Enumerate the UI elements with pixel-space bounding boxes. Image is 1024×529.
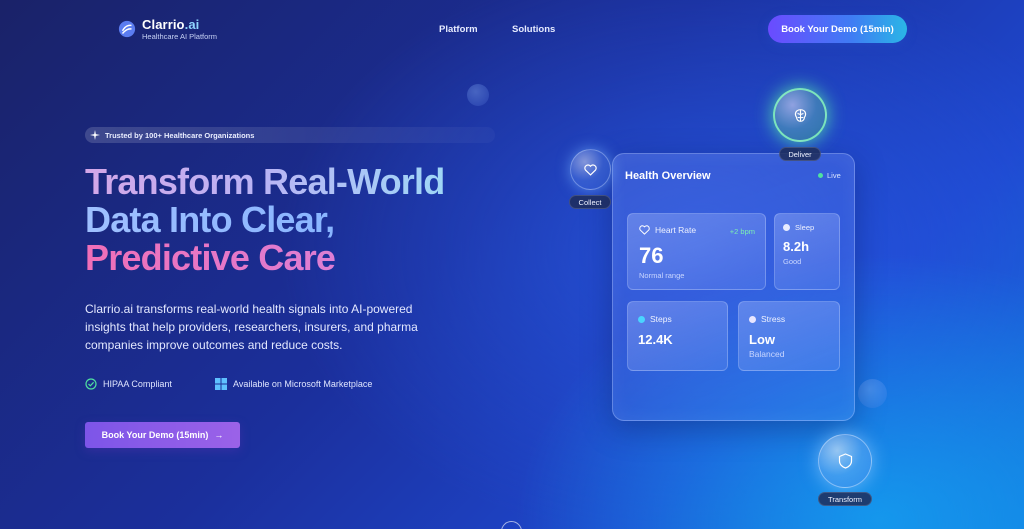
sleep-value: 8.2h <box>783 239 810 254</box>
heart-rate-label: Heart Rate <box>655 225 697 235</box>
brain-icon <box>794 108 806 122</box>
stress-value: Low <box>749 332 775 347</box>
logo[interactable]: Clarrio.ai Healthcare AI Platform <box>118 18 217 41</box>
collect-bubble[interactable] <box>570 149 611 190</box>
trust-badge-text: Trusted by 100+ Healthcare Organizations <box>105 130 255 140</box>
windows-icon <box>215 378 227 390</box>
live-dot-icon <box>818 173 823 178</box>
stress-dot-icon <box>749 315 756 323</box>
sleep-tile: Sleep 8.2h Good <box>774 213 840 290</box>
feature-hipaa-label: HIPAA Compliant <box>103 379 172 389</box>
hero-description: Clarrio.ai transforms real-world health … <box>85 302 418 352</box>
hero-title-line-1: Transform Real-World <box>85 161 445 202</box>
scroll-indicator[interactable] <box>501 521 522 529</box>
shield-icon <box>838 453 852 469</box>
live-status-label: Live <box>827 171 841 180</box>
heart-rate-tile: Heart Rate +2 bpm 76 Normal range <box>627 213 766 290</box>
steps-label: Steps <box>650 314 672 324</box>
hero-book-demo-label: Book Your Demo (15min) <box>101 430 209 440</box>
steps-value: 12.4K <box>638 332 673 347</box>
decorative-orb <box>858 379 887 408</box>
collect-label: Collect <box>569 195 611 209</box>
brand-name: Clarrio.ai <box>142 17 200 32</box>
heart-rate-value: 76 <box>639 243 664 268</box>
steps-tile: Steps 12.4K <box>627 301 728 371</box>
stress-tile: Stress Low Balanced <box>738 301 840 371</box>
live-status: Live <box>818 171 841 180</box>
heart-rate-delta: +2 bpm <box>729 227 755 236</box>
deliver-label: Deliver <box>779 147 821 161</box>
hero-book-demo-button[interactable]: Book Your Demo (15min) → <box>85 422 240 448</box>
nav-platform[interactable]: Platform <box>439 24 478 35</box>
header-book-demo-button[interactable]: Book Your Demo (15min) <box>768 15 907 43</box>
arrow-right-icon: → <box>214 430 224 440</box>
deliver-bubble[interactable] <box>773 88 827 142</box>
heart-rate-sub: Normal range <box>639 271 685 280</box>
trust-badge: Trusted by 100+ Healthcare Organizations <box>85 127 495 143</box>
hero-title-line-3: Predictive Care <box>85 239 444 277</box>
stress-sub: Balanced <box>749 349 785 359</box>
stress-label: Stress <box>761 314 786 324</box>
transform-bubble[interactable] <box>818 434 872 488</box>
hero-title: Transform Real-World Data Into Clear, Pr… <box>85 161 445 277</box>
feature-hipaa: HIPAA Compliant <box>85 378 172 390</box>
sleep-label: Sleep <box>795 223 815 232</box>
decorative-orb <box>467 84 489 106</box>
check-circle-icon <box>85 378 97 390</box>
logo-icon <box>118 21 136 38</box>
brand-tagline: Healthcare AI Platform <box>142 32 218 41</box>
heart-icon <box>584 163 597 176</box>
nav-solutions[interactable]: Solutions <box>512 24 555 35</box>
sparkle-icon <box>90 130 100 140</box>
feature-microsoft-label: Available on Microsoft Marketplace <box>233 379 373 389</box>
card-title: Health Overview <box>625 170 711 182</box>
steps-dot-icon <box>638 315 645 323</box>
hero-title-line-2: Data Into Clear, <box>85 201 444 239</box>
heart-icon <box>639 225 650 235</box>
feature-microsoft-marketplace: Available on Microsoft Marketplace <box>215 378 372 390</box>
transform-label: Transform <box>818 492 872 506</box>
sleep-sub: Good <box>783 257 802 266</box>
sleep-dot-icon <box>783 224 790 231</box>
